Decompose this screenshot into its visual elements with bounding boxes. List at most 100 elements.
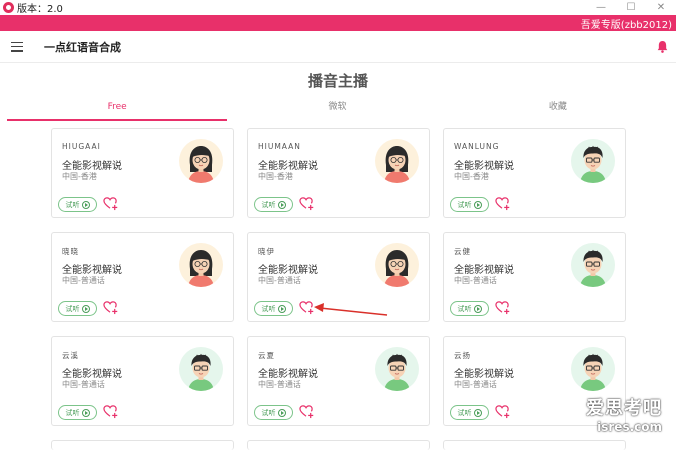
app-header: 一点红语音合成	[0, 31, 676, 63]
play-icon	[81, 200, 90, 209]
tab-bar: Free 微软 收藏	[7, 97, 668, 121]
tab-microsoft[interactable]: 微软	[227, 97, 447, 121]
voice-language: 中国-香港	[258, 172, 293, 181]
male-avatar-icon	[571, 139, 615, 183]
voice-language: 中国-普通话	[454, 380, 497, 389]
play-icon	[277, 408, 286, 417]
listen-label: 试听	[261, 200, 276, 209]
voice-name: 云溪	[62, 351, 79, 360]
watermark-line1: 爱思考吧	[586, 398, 662, 419]
listen-button[interactable]: 试听	[254, 301, 293, 316]
voice-card[interactable]: WANLUNG 全能影视解说 中国-香港 试听	[443, 128, 626, 218]
voice-type: 全能影视解说	[454, 265, 514, 276]
listen-label: 试听	[65, 200, 80, 209]
watermark: 爱思考吧 isres.com	[586, 394, 662, 434]
listen-label: 试听	[65, 304, 80, 313]
female-avatar-icon	[179, 139, 223, 183]
male-avatar-icon	[375, 347, 419, 391]
play-icon	[277, 200, 286, 209]
voice-card[interactable]: 云溪 全能影视解说 中国-普通话 试听	[51, 336, 234, 426]
voice-card[interactable]	[51, 440, 234, 450]
watermark-line2: isres.com	[597, 420, 662, 434]
voice-name: 云健	[454, 247, 471, 256]
voice-type: 全能影视解说	[62, 161, 122, 172]
add-favorite-icon[interactable]	[495, 300, 510, 315]
voice-language: 中国-普通话	[454, 276, 497, 285]
listen-button[interactable]: 试听	[450, 405, 489, 420]
voice-name: 晓伊	[258, 247, 275, 256]
page-title: 播音主播	[307, 72, 368, 90]
voice-card[interactable]	[247, 440, 430, 450]
listen-label: 试听	[261, 408, 276, 417]
listen-label: 试听	[457, 200, 472, 209]
voice-type: 全能影视解说	[454, 161, 514, 172]
add-favorite-icon[interactable]	[103, 404, 118, 419]
banner-text: 吾爱专版(zbb2012)	[580, 19, 672, 31]
voice-card[interactable]	[443, 440, 626, 450]
voice-name: 云夏	[258, 351, 275, 360]
listen-button[interactable]: 试听	[254, 197, 293, 212]
listen-button[interactable]: 试听	[254, 405, 293, 420]
voice-card[interactable]: HIUMAAN 全能影视解说 中国-香港 试听	[247, 128, 430, 218]
voice-language: 中国-普通话	[62, 276, 105, 285]
app-title: 一点红语音合成	[44, 40, 121, 54]
play-icon	[277, 304, 286, 313]
menu-icon[interactable]	[11, 41, 23, 52]
voice-name: 晓晓	[62, 247, 79, 256]
close-button[interactable]: ✕	[646, 0, 676, 15]
add-favorite-icon[interactable]	[299, 196, 314, 211]
add-favorite-icon[interactable]	[299, 300, 314, 315]
voice-name: 云扬	[454, 351, 471, 360]
voice-card[interactable]: HIUGAAI 全能影视解说 中国-香港 试听	[51, 128, 234, 218]
male-avatar-icon	[571, 243, 615, 287]
add-favorite-icon[interactable]	[495, 196, 510, 211]
play-icon	[473, 304, 482, 313]
voice-type: 全能影视解说	[62, 369, 122, 380]
female-avatar-icon	[179, 243, 223, 287]
title-bar: 版本：2.0 — ☐ ✕	[0, 0, 676, 15]
add-favorite-icon[interactable]	[299, 404, 314, 419]
add-favorite-icon[interactable]	[495, 404, 510, 419]
female-avatar-icon	[375, 139, 419, 183]
voice-card[interactable]: 晓伊 全能影视解说 中国-普通话 试听	[247, 232, 430, 322]
banner: 吾爱专版(zbb2012)	[0, 15, 676, 31]
voice-name: WANLUNG	[454, 142, 500, 151]
listen-button[interactable]: 试听	[58, 405, 97, 420]
play-icon	[81, 408, 90, 417]
listen-label: 试听	[65, 408, 80, 417]
add-favorite-icon[interactable]	[103, 300, 118, 315]
voice-type: 全能影视解说	[258, 369, 318, 380]
play-icon	[473, 200, 482, 209]
add-favorite-icon[interactable]	[103, 196, 118, 211]
notification-icon[interactable]	[657, 40, 668, 53]
listen-label: 试听	[457, 408, 472, 417]
tab-favorites[interactable]: 收藏	[448, 97, 668, 121]
listen-button[interactable]: 试听	[58, 301, 97, 316]
voice-type: 全能影视解说	[62, 265, 122, 276]
listen-button[interactable]: 试听	[450, 301, 489, 316]
listen-label: 试听	[261, 304, 276, 313]
listen-button[interactable]: 试听	[450, 197, 489, 212]
window-controls: — ☐ ✕	[586, 0, 676, 15]
voice-language: 中国-普通话	[258, 276, 301, 285]
voice-card[interactable]: 云健 全能影视解说 中国-普通话 试听	[443, 232, 626, 322]
listen-label: 试听	[457, 304, 472, 313]
voice-type: 全能影视解说	[258, 265, 318, 276]
female-avatar-icon	[375, 243, 419, 287]
tab-free[interactable]: Free	[7, 97, 228, 121]
voice-name: HIUGAAI	[62, 142, 101, 151]
maximize-button[interactable]: ☐	[616, 0, 646, 15]
male-avatar-icon	[571, 347, 615, 391]
play-icon	[81, 304, 90, 313]
voice-language: 中国-香港	[454, 172, 489, 181]
voice-type: 全能影视解说	[454, 369, 514, 380]
app-logo-icon	[3, 2, 14, 13]
voice-name: HIUMAAN	[258, 142, 301, 151]
listen-button[interactable]: 试听	[58, 197, 97, 212]
voice-language: 中国-香港	[62, 172, 97, 181]
minimize-button[interactable]: —	[586, 0, 616, 15]
window-title: 版本：2.0	[17, 4, 63, 15]
voice-card[interactable]: 云夏 全能影视解说 中国-普通话 试听	[247, 336, 430, 426]
male-avatar-icon	[179, 347, 223, 391]
voice-card[interactable]: 晓晓 全能影视解说 中国-普通话 试听	[51, 232, 234, 322]
